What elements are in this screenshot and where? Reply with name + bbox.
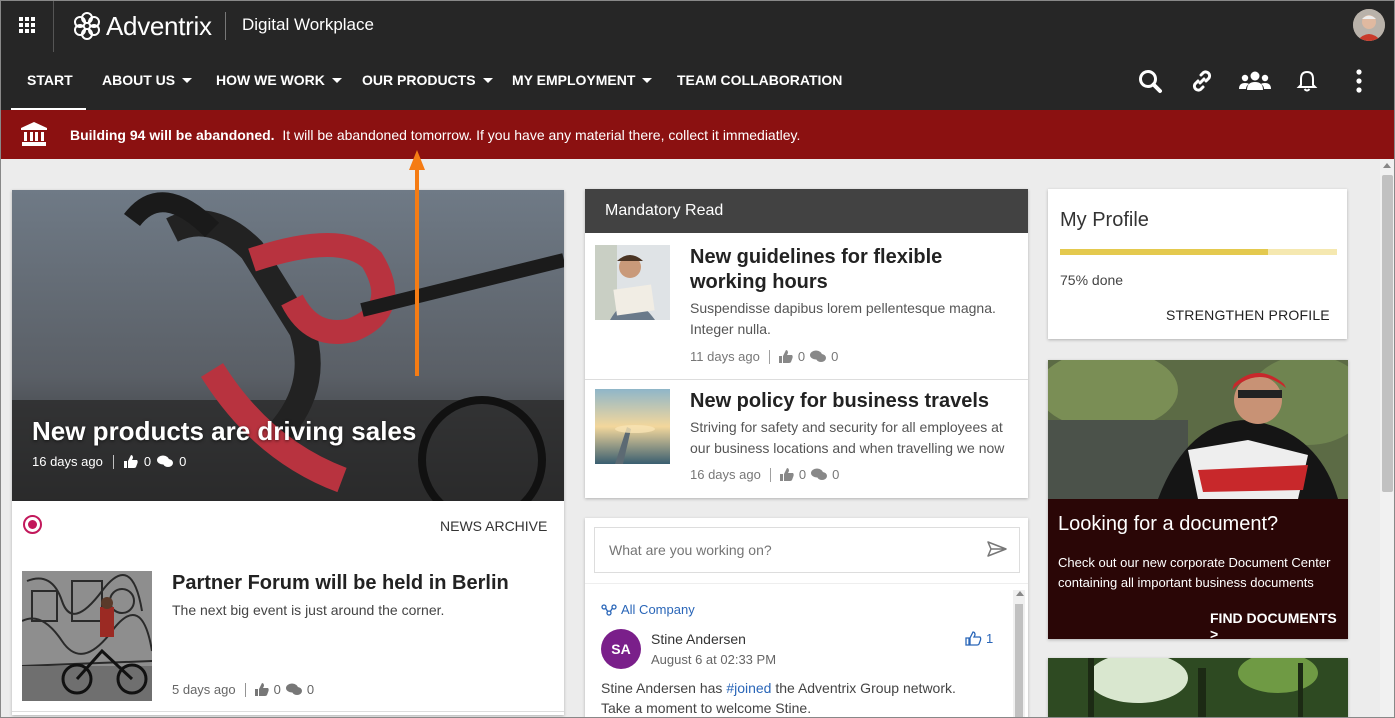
- progress-text: 75% done: [1060, 272, 1124, 288]
- annotation-arrow-icon: [409, 150, 425, 376]
- logo-icon: [74, 12, 100, 40]
- article-desc: Suspendisse dapibus lorem pellentesque m…: [690, 300, 996, 337]
- divider: [53, 0, 54, 52]
- list-item[interactable]: New policy for business travels Striving…: [585, 380, 1028, 498]
- document-center-card: Looking for a document? Check out our ne…: [1048, 360, 1348, 639]
- nav-about-us[interactable]: ABOUT US: [102, 72, 193, 88]
- comments-icon[interactable]: [157, 455, 174, 468]
- thumbs-up-icon[interactable]: [123, 455, 138, 468]
- mandatory-read-header: Mandatory Read: [585, 189, 1028, 233]
- more-vertical-icon[interactable]: [1346, 68, 1372, 94]
- hero-age: 16 days ago: [32, 454, 103, 469]
- divider: [12, 711, 564, 712]
- list-item[interactable]: New guidelines for flexible working hour…: [585, 233, 1028, 379]
- hashtag-link[interactable]: #joined: [726, 680, 771, 696]
- link-icon[interactable]: [1189, 68, 1215, 94]
- profile-card: My Profile 75% done STRENGTHEN PROFILE: [1048, 189, 1347, 339]
- search-icon[interactable]: [1137, 68, 1163, 94]
- document-title: Looking for a document?: [1058, 513, 1279, 535]
- scroll-up-icon[interactable]: [1383, 163, 1391, 168]
- mandatory-read-card: Mandatory Read New guidelines for flexib…: [585, 189, 1028, 498]
- social-feed-card: All Company SA Stine Andersen August 6 a…: [585, 518, 1028, 718]
- hero-likes: 0: [143, 454, 152, 469]
- alert-message: Building 94 will be abandoned. It will b…: [70, 127, 800, 143]
- thumbs-up-icon[interactable]: [778, 350, 793, 363]
- profile-progress-bar: [1060, 249, 1337, 255]
- article-title[interactable]: New policy for business travels: [690, 389, 1020, 414]
- chevron-down-icon: [482, 77, 493, 83]
- user-avatar[interactable]: [1353, 9, 1385, 41]
- nav-how-we-work[interactable]: HOW WE WORK: [216, 72, 342, 88]
- thumbs-up-icon[interactable]: [254, 683, 269, 696]
- document-desc: Check out our new corporate Document Cen…: [1058, 555, 1331, 590]
- hero-title[interactable]: New products are driving sales: [32, 416, 416, 447]
- thumbs-up-icon: [965, 631, 982, 646]
- people-icon[interactable]: [1239, 68, 1271, 94]
- nav-my-employment[interactable]: MY EMPLOYMENT: [512, 72, 653, 88]
- top-bar: Adventrix Digital Workplace: [0, 0, 1395, 52]
- news-desc: The next big event is just around the co…: [172, 602, 445, 618]
- main-nav: START ABOUT US HOW WE WORK OUR PRODUCTS …: [0, 52, 1395, 110]
- post-like-button[interactable]: 1: [965, 631, 993, 646]
- hero-comments: 0: [179, 454, 187, 469]
- strengthen-profile-button[interactable]: STRENGTHEN PROFILE: [1166, 307, 1330, 323]
- cyclist-image[interactable]: [1048, 360, 1348, 499]
- group-icon: [601, 603, 617, 616]
- post-body: Stine Andersen has #joined the Adventrix…: [601, 680, 956, 716]
- news-thumbnail[interactable]: [22, 571, 152, 701]
- article-title[interactable]: New guidelines for flexible working hour…: [690, 245, 1020, 295]
- article-thumbnail[interactable]: [595, 389, 670, 464]
- brand-logo[interactable]: Adventrix: [72, 11, 212, 41]
- teaser-image[interactable]: [1048, 658, 1348, 718]
- comments-icon[interactable]: [811, 468, 828, 481]
- app-title: Digital Workplace: [242, 15, 374, 34]
- find-documents-link[interactable]: FIND DOCUMENTS >: [1210, 610, 1348, 639]
- article-thumbnail[interactable]: [595, 245, 670, 320]
- news-card: New products are driving sales 16 days a…: [12, 190, 564, 715]
- comments-icon[interactable]: [285, 683, 302, 696]
- page-scrollbar-thumb[interactable]: [1382, 175, 1393, 492]
- news-archive-link[interactable]: NEWS ARCHIVE: [440, 518, 547, 534]
- chevron-down-icon: [331, 77, 342, 83]
- bell-icon[interactable]: [1294, 68, 1320, 94]
- building-icon: [21, 122, 47, 146]
- post-author[interactable]: Stine Andersen: [651, 631, 746, 647]
- progress-fill: [1060, 249, 1268, 255]
- profile-title: My Profile: [1060, 209, 1149, 231]
- app-launcher-icon[interactable]: [19, 17, 36, 34]
- hero-meta: 16 days ago 0 0: [32, 454, 186, 469]
- nav-start[interactable]: START: [27, 72, 73, 88]
- article-desc: Striving for safety and security for all…: [690, 419, 1005, 456]
- news-title[interactable]: Partner Forum will be held in Berlin: [172, 572, 509, 595]
- group-link[interactable]: All Company: [601, 602, 695, 617]
- chevron-down-icon: [642, 77, 653, 83]
- send-icon[interactable]: [987, 541, 1007, 557]
- avatar[interactable]: SA: [601, 629, 641, 669]
- carousel-indicator[interactable]: [23, 515, 42, 534]
- article-meta: 16 days ago 0 0: [690, 467, 840, 482]
- brand-name: Adventrix: [106, 10, 212, 41]
- nav-our-products[interactable]: OUR PRODUCTS: [362, 72, 493, 88]
- news-meta: 5 days ago 0 0: [172, 682, 315, 697]
- thumbs-up-icon[interactable]: [779, 468, 794, 481]
- alert-body: It will be abandoned tomorrow. If you ha…: [282, 127, 801, 143]
- article-meta: 11 days ago 0 0: [690, 349, 839, 364]
- chevron-down-icon: [182, 77, 193, 83]
- divider: [225, 12, 226, 40]
- scroll-up-icon[interactable]: [1016, 591, 1024, 596]
- post-date: August 6 at 02:33 PM: [651, 652, 777, 667]
- alert-title: Building 94 will be abandoned.: [70, 127, 275, 143]
- scrollbar-thumb[interactable]: [1015, 604, 1023, 718]
- alert-banner: Building 94 will be abandoned. It will b…: [0, 110, 1395, 159]
- comments-icon[interactable]: [810, 350, 827, 363]
- nav-team-collaboration[interactable]: TEAM COLLABORATION: [677, 72, 842, 88]
- post-input[interactable]: [594, 527, 1020, 573]
